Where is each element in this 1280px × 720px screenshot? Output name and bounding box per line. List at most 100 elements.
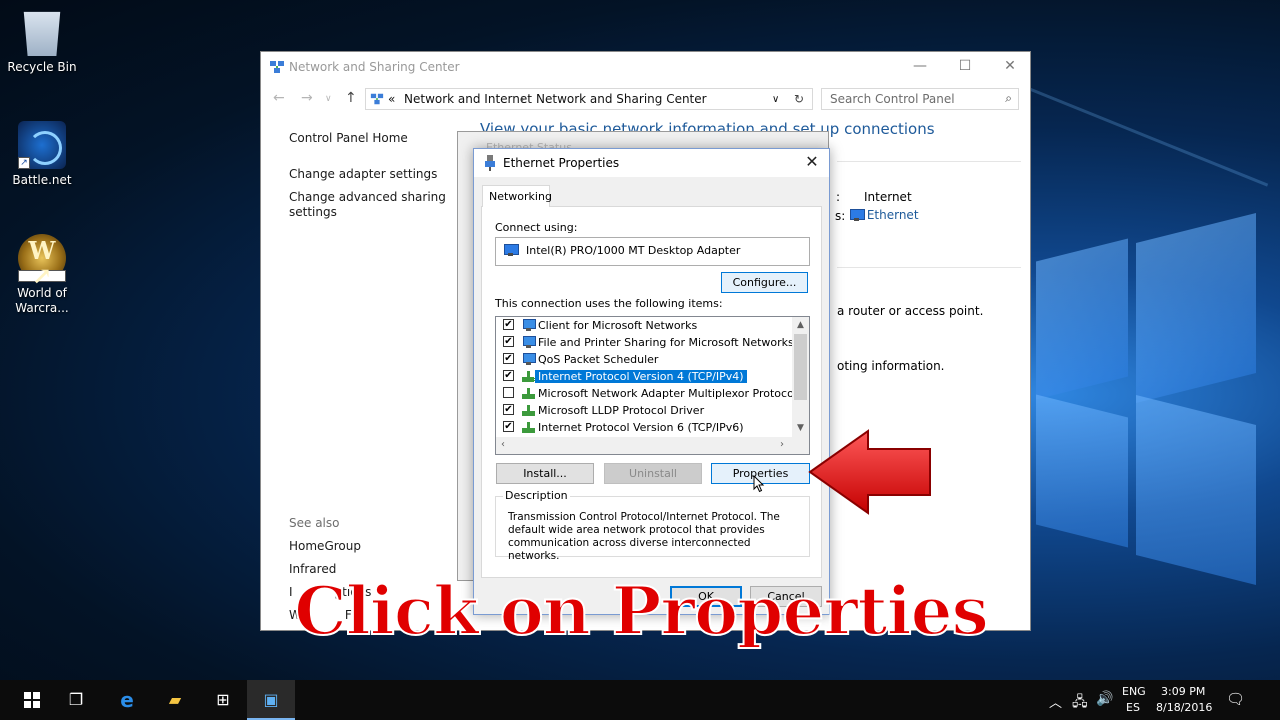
recent-locations-icon[interactable]: ∨	[325, 94, 332, 104]
checkbox[interactable]: ✔	[503, 421, 514, 432]
search-icon[interactable]: ⌕	[1005, 91, 1012, 106]
language-indicator[interactable]: ENG	[1122, 685, 1146, 698]
horizontal-scrollbar[interactable]: ‹ ›	[496, 437, 809, 454]
access-type-value: Internet	[864, 190, 912, 204]
tutorial-caption: Click on Properties	[293, 571, 990, 651]
divider	[837, 267, 1021, 268]
list-item[interactable]: Microsoft Network Adapter Multiplexor Pr…	[496, 385, 797, 402]
components-list[interactable]: ✔ Client for Microsoft Networks ✔ File a…	[495, 316, 810, 455]
store-icon[interactable]: ⊞	[199, 680, 247, 720]
scroll-right-icon[interactable]: ›	[780, 439, 784, 450]
protocol-icon	[521, 404, 536, 417]
tab-networking[interactable]: Networking	[482, 185, 552, 207]
troubleshoot-text: oting information.	[837, 359, 945, 373]
colon-fragment: :	[836, 190, 841, 204]
checkbox[interactable]: ✔	[503, 353, 514, 364]
checkbox[interactable]: ✔	[503, 404, 514, 415]
ethernet-icon	[849, 209, 865, 222]
search-input[interactable]: Search Control Panel ⌕	[821, 88, 1019, 110]
windows-logo-pane	[1136, 213, 1256, 403]
list-item[interactable]: ✔ Client for Microsoft Networks	[496, 317, 792, 334]
file-explorer-icon[interactable]: ▰	[151, 680, 199, 720]
recycle-bin-icon	[23, 11, 61, 56]
red-arrow-annotation	[808, 429, 931, 515]
scroll-down-icon[interactable]: ▼	[792, 423, 809, 433]
address-bar-row: ← → ∨ ↑ « Network and Internet › Network…	[261, 86, 1032, 114]
scrollbar-thumb[interactable]	[794, 334, 807, 400]
description-label: Description	[503, 489, 570, 502]
window-title: Network and Sharing Center	[289, 60, 460, 74]
link-control-panel-home[interactable]: Control Panel Home	[289, 131, 408, 145]
task-view-icon[interactable]: ❐	[52, 680, 100, 720]
chevron-up-icon[interactable]: ︿	[1049, 692, 1062, 711]
list-item-label: Microsoft Network Adapter Multiplexor Pr…	[538, 387, 797, 400]
dialog-title: Ethernet Properties	[503, 156, 620, 170]
desktop-icon-battlenet[interactable]: ↗ Battle.net	[7, 121, 77, 188]
refresh-icon[interactable]: ↻	[794, 92, 804, 106]
router-text: a router or access point.	[837, 304, 984, 318]
dialog-titlebar[interactable]: Ethernet Properties ✕	[474, 149, 829, 177]
checkbox[interactable]: ✔	[503, 319, 514, 330]
shortcut-arrow-icon: ↗	[18, 264, 66, 288]
service-icon	[521, 353, 536, 366]
network-center-taskbar-icon[interactable]: ▣	[247, 680, 295, 720]
window-titlebar[interactable]: Network and Sharing Center — ☐ ✕	[261, 52, 1030, 82]
desktop-icon-recycle-bin[interactable]: Recycle Bin	[7, 8, 77, 75]
mouse-cursor-icon	[753, 475, 765, 493]
action-center-icon[interactable]: 🗨	[1226, 690, 1245, 708]
connect-using-label: Connect using:	[495, 221, 578, 234]
ethernet-properties-dialog: Ethernet Properties ✕ Networking Connect…	[473, 148, 830, 615]
checkbox[interactable]: ✔	[503, 336, 514, 347]
desktop-icon-label: Recycle Bin	[7, 60, 77, 74]
close-button[interactable]: ✕	[987, 52, 1033, 82]
network-tray-icon[interactable]: 🖧	[1072, 691, 1088, 715]
address-bar[interactable]: « Network and Internet › Network and Sha…	[365, 88, 813, 110]
ethernet-link-label: Ethernet	[866, 208, 919, 222]
list-item[interactable]: ✔ QoS Packet Scheduler	[496, 351, 792, 368]
uninstall-button[interactable]: Uninstall	[604, 463, 702, 484]
link-change-advanced-sharing-line2[interactable]: settings	[289, 205, 337, 219]
forward-icon[interactable]: →	[301, 90, 313, 106]
desktop-icon-world-of-warcraft[interactable]: W ↗ World of Warcra...	[7, 234, 77, 316]
breadcrumb-overflow[interactable]: «	[388, 92, 395, 106]
link-change-advanced-sharing[interactable]: Change advanced sharing	[289, 190, 446, 204]
scroll-up-icon[interactable]: ▲	[792, 320, 809, 330]
protocol-icon	[521, 370, 536, 383]
list-item[interactable]: ✔ File and Printer Sharing for Microsoft…	[496, 334, 794, 351]
install-button[interactable]: Install...	[496, 463, 594, 484]
clock-time[interactable]: 3:09 PM	[1161, 685, 1205, 698]
checkbox[interactable]: ✔	[503, 370, 514, 381]
checkbox[interactable]	[503, 387, 514, 398]
list-item[interactable]: ✔ Microsoft LLDP Protocol Driver	[496, 402, 792, 419]
desktop-icon-label-line2: Warcra...	[15, 301, 69, 315]
link-homegroup[interactable]: HomeGroup	[289, 539, 361, 553]
scroll-left-icon[interactable]: ‹	[501, 439, 505, 450]
volume-icon[interactable]: 🔊	[1096, 691, 1113, 707]
list-item[interactable]: ✔ Internet Protocol Version 6 (TCP/IPv6)	[496, 419, 792, 436]
battlenet-icon: ↗	[18, 121, 66, 169]
language-indicator-secondary[interactable]: ES	[1126, 701, 1140, 714]
maximize-button[interactable]: ☐	[942, 52, 988, 82]
link-change-adapter-settings[interactable]: Change adapter settings	[289, 167, 437, 181]
minimize-button[interactable]: —	[897, 52, 943, 82]
breadcrumb-sharing-center[interactable]: Network and Sharing Center	[536, 92, 707, 106]
list-item-selected[interactable]: ✔ Internet Protocol Version 4 (TCP/IPv4)	[496, 368, 792, 385]
connection-link[interactable]: Ethernet	[849, 208, 919, 222]
description-text: Transmission Control Protocol/Internet P…	[508, 511, 780, 562]
chevron-down-icon[interactable]: ∨	[772, 94, 779, 105]
close-button[interactable]: ✕	[795, 149, 829, 177]
vertical-scrollbar[interactable]: ▲ ▼	[792, 317, 809, 438]
connections-label: s:	[835, 209, 846, 223]
back-icon[interactable]: ←	[273, 90, 285, 106]
network-center-icon	[270, 61, 284, 73]
start-button[interactable]	[4, 680, 52, 720]
up-icon[interactable]: ↑	[345, 90, 357, 106]
configure-button[interactable]: Configure...	[721, 272, 808, 293]
breadcrumb-separator-icon: ›	[520, 92, 525, 106]
list-item-label: Internet Protocol Version 6 (TCP/IPv6)	[538, 421, 744, 434]
list-item-label: Internet Protocol Version 4 (TCP/IPv4)	[534, 369, 748, 384]
description-group: Description Transmission Control Protoco…	[495, 489, 810, 562]
breadcrumb-network-internet[interactable]: Network and Internet	[404, 92, 532, 106]
clock-date[interactable]: 8/18/2016	[1156, 701, 1212, 714]
edge-icon[interactable]: e	[103, 680, 151, 720]
